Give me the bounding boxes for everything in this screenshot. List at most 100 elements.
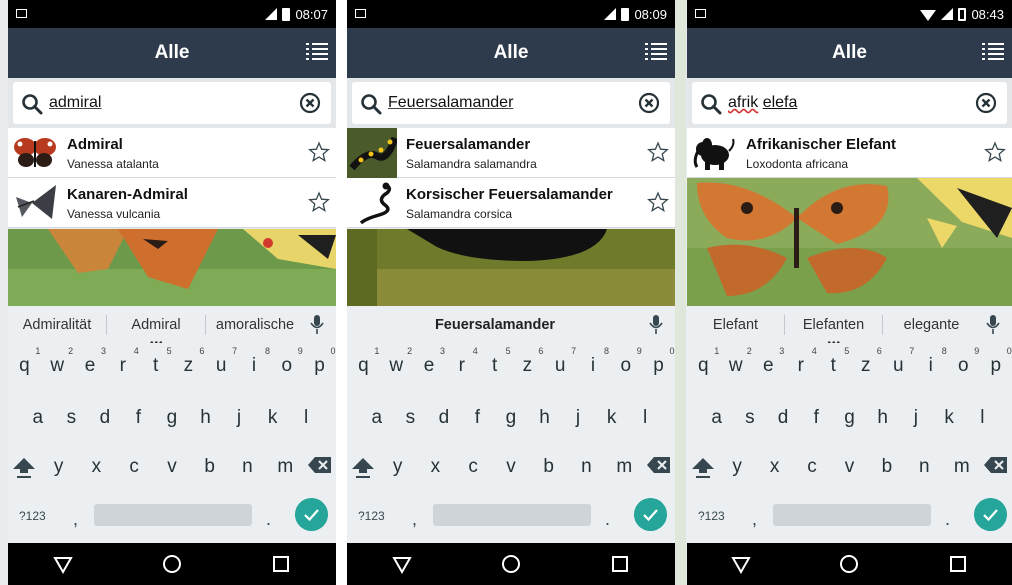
key[interactable]: u7 [882, 346, 914, 377]
key[interactable]: j [562, 407, 594, 429]
key[interactable]: h [529, 407, 561, 429]
result-item[interactable]: Admiral Vanessa atalanta [8, 128, 336, 178]
back-icon[interactable] [728, 553, 754, 575]
recents-icon[interactable] [607, 553, 633, 575]
key[interactable]: p0 [304, 346, 335, 377]
backspace-icon[interactable] [307, 456, 333, 474]
shift-icon[interactable] [350, 456, 376, 480]
key[interactable]: i8 [238, 346, 270, 377]
mic-icon[interactable] [643, 314, 669, 336]
result-item[interactable]: Kanaren-Admiral Vanessa vulcania [8, 178, 336, 228]
key[interactable]: c [457, 456, 489, 480]
key[interactable]: n [231, 456, 263, 480]
key[interactable]: g [495, 407, 527, 429]
key[interactable]: r4 [107, 346, 139, 377]
suggestion-item[interactable]: Admiral••• [107, 317, 205, 349]
home-icon[interactable] [498, 553, 524, 575]
search-input[interactable]: afrik elefa [692, 82, 1007, 124]
key[interactable]: s [394, 407, 426, 429]
result-item[interactable]: Korsischer Feuersalamander Salamandra co… [347, 178, 675, 228]
result-item[interactable]: Feuersalamander Salamandra salamandra [347, 128, 675, 178]
key[interactable]: i8 [915, 346, 947, 377]
star-icon[interactable] [308, 141, 330, 163]
suggestion-item[interactable]: Elefanten••• [785, 317, 882, 349]
mic-icon[interactable] [980, 314, 1006, 336]
key[interactable]: o9 [610, 346, 641, 377]
key[interactable]: f [800, 407, 832, 429]
clear-icon[interactable] [975, 92, 997, 114]
period-key[interactable]: . [266, 509, 271, 530]
key[interactable]: l [966, 407, 998, 429]
key[interactable]: m [946, 456, 978, 480]
key[interactable]: m [608, 456, 640, 480]
key[interactable]: a [701, 407, 733, 429]
key[interactable]: a [361, 407, 393, 429]
key[interactable]: q1 [347, 346, 379, 377]
key[interactable]: o9 [271, 346, 302, 377]
period-key[interactable]: . [945, 509, 950, 530]
shift-icon[interactable] [11, 456, 37, 480]
space-key[interactable] [773, 504, 931, 526]
search-input[interactable]: admiral [13, 82, 331, 124]
key[interactable]: i8 [577, 346, 609, 377]
key[interactable]: w2 [380, 346, 412, 377]
key[interactable]: w2 [720, 346, 752, 377]
suggestion-item[interactable]: amoralische [206, 317, 304, 333]
backspace-icon[interactable] [983, 456, 1009, 474]
key[interactable]: l [629, 407, 661, 429]
key[interactable]: f [461, 407, 493, 429]
key[interactable]: b [533, 456, 565, 480]
mic-icon[interactable] [304, 314, 330, 336]
key[interactable]: h [867, 407, 899, 429]
period-key[interactable]: . [605, 509, 610, 530]
key[interactable]: d [428, 407, 460, 429]
recents-icon[interactable] [268, 553, 294, 575]
key[interactable]: y [382, 456, 414, 480]
key[interactable]: k [933, 407, 965, 429]
space-key[interactable] [433, 504, 591, 526]
clear-icon[interactable] [638, 92, 660, 114]
star-icon[interactable] [647, 191, 669, 213]
key[interactable]: d [767, 407, 799, 429]
key[interactable]: t5 [479, 346, 511, 377]
key[interactable]: y [43, 456, 75, 480]
check-icon[interactable] [634, 498, 667, 531]
key[interactable]: k [257, 407, 289, 429]
star-icon[interactable] [308, 191, 330, 213]
key[interactable]: j [900, 407, 932, 429]
key[interactable]: v [156, 456, 188, 480]
key[interactable]: k [596, 407, 628, 429]
key[interactable]: e3 [752, 346, 784, 377]
key[interactable]: s [55, 407, 87, 429]
key[interactable]: d [89, 407, 121, 429]
comma-key[interactable]: , [73, 509, 78, 530]
home-icon[interactable] [159, 553, 185, 575]
key[interactable]: g [833, 407, 865, 429]
symbols-key[interactable]: ?123 [19, 509, 46, 523]
key[interactable]: l [290, 407, 322, 429]
key[interactable]: q1 [8, 346, 40, 377]
key[interactable]: z6 [511, 346, 544, 377]
key[interactable]: e3 [413, 346, 445, 377]
key[interactable]: r4 [785, 346, 817, 377]
key[interactable]: r4 [446, 346, 478, 377]
key[interactable]: g [156, 407, 188, 429]
key[interactable]: c [118, 456, 150, 480]
key[interactable]: s [734, 407, 766, 429]
key[interactable]: x [759, 456, 791, 480]
key[interactable]: a [22, 407, 54, 429]
space-key[interactable] [94, 504, 252, 526]
key[interactable]: b [871, 456, 903, 480]
key[interactable]: b [194, 456, 226, 480]
key[interactable]: u7 [205, 346, 237, 377]
back-icon[interactable] [50, 553, 76, 575]
key[interactable]: p0 [980, 346, 1011, 377]
symbols-key[interactable]: ?123 [698, 509, 725, 523]
list-view-icon[interactable] [645, 42, 667, 60]
key[interactable]: y [721, 456, 753, 480]
key[interactable]: c [796, 456, 828, 480]
search-input[interactable]: Feuersalamander [352, 82, 670, 124]
key[interactable]: o9 [947, 346, 979, 377]
shift-icon[interactable] [690, 456, 716, 480]
key[interactable]: m [269, 456, 301, 480]
